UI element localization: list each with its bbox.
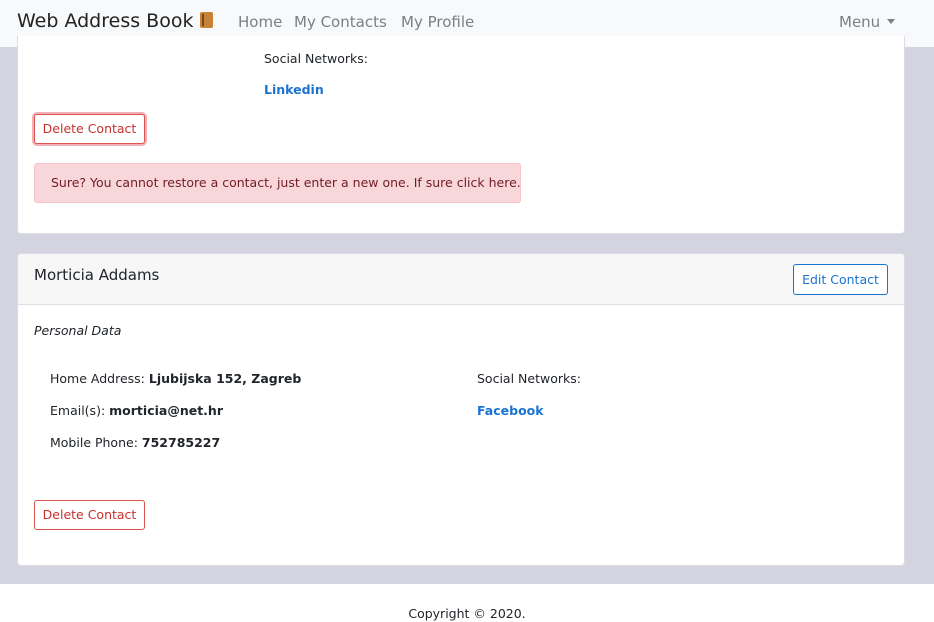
- email-value: morticia@net.hr: [109, 403, 223, 418]
- delete-contact-button[interactable]: Delete Contact: [34, 114, 145, 144]
- nav-my-contacts-link[interactable]: My Contacts: [294, 13, 387, 31]
- delete-contact-button[interactable]: Delete Contact: [34, 500, 145, 530]
- nav-home-link[interactable]: Home: [238, 13, 282, 31]
- contact-card-header: Morticia Addams Edit Contact: [18, 254, 904, 305]
- contact-card: Social Networks: Linkedin Delete Contact…: [17, 36, 905, 234]
- mobile-phone-row: Mobile Phone: 752785227: [50, 435, 220, 450]
- contact-card: Morticia Addams Edit Contact Personal Da…: [17, 253, 905, 566]
- email-row: Email(s): morticia@net.hr: [50, 403, 223, 418]
- contact-name: Morticia Addams: [34, 266, 160, 284]
- book-icon: [200, 12, 214, 28]
- copyright-text: Copyright © 2020.: [408, 606, 526, 621]
- social-networks-label: Social Networks:: [264, 51, 368, 66]
- email-label: Email(s):: [50, 403, 106, 418]
- menu-label: Menu: [839, 13, 881, 31]
- edit-contact-button[interactable]: Edit Contact: [793, 264, 888, 295]
- footer: Copyright © 2020.: [0, 584, 934, 622]
- menu-dropdown-toggle[interactable]: Menu: [839, 13, 896, 31]
- delete-confirm-text: Sure? You cannot restore a contact, just…: [51, 175, 521, 190]
- home-address-label: Home Address:: [50, 371, 145, 386]
- nav-my-profile-link[interactable]: My Profile: [401, 13, 474, 31]
- social-networks-label: Social Networks:: [477, 371, 581, 386]
- brand-title: Web Address Book: [17, 10, 194, 32]
- facebook-link[interactable]: Facebook: [477, 403, 544, 418]
- mobile-phone-value: 752785227: [141, 435, 221, 450]
- home-address-row: Home Address: Ljubijska 152, Zagreb: [50, 371, 301, 386]
- caret-down-icon: [887, 19, 896, 24]
- personal-data-heading: Personal Data: [34, 323, 122, 338]
- linkedin-link[interactable]: Linkedin: [264, 82, 324, 97]
- mobile-phone-label: Mobile Phone:: [50, 435, 138, 450]
- brand-link[interactable]: Web Address Book: [17, 10, 214, 32]
- home-address-value: Ljubijska 152, Zagreb: [148, 371, 302, 386]
- delete-confirm-alert[interactable]: Sure? You cannot restore a contact, just…: [34, 163, 521, 203]
